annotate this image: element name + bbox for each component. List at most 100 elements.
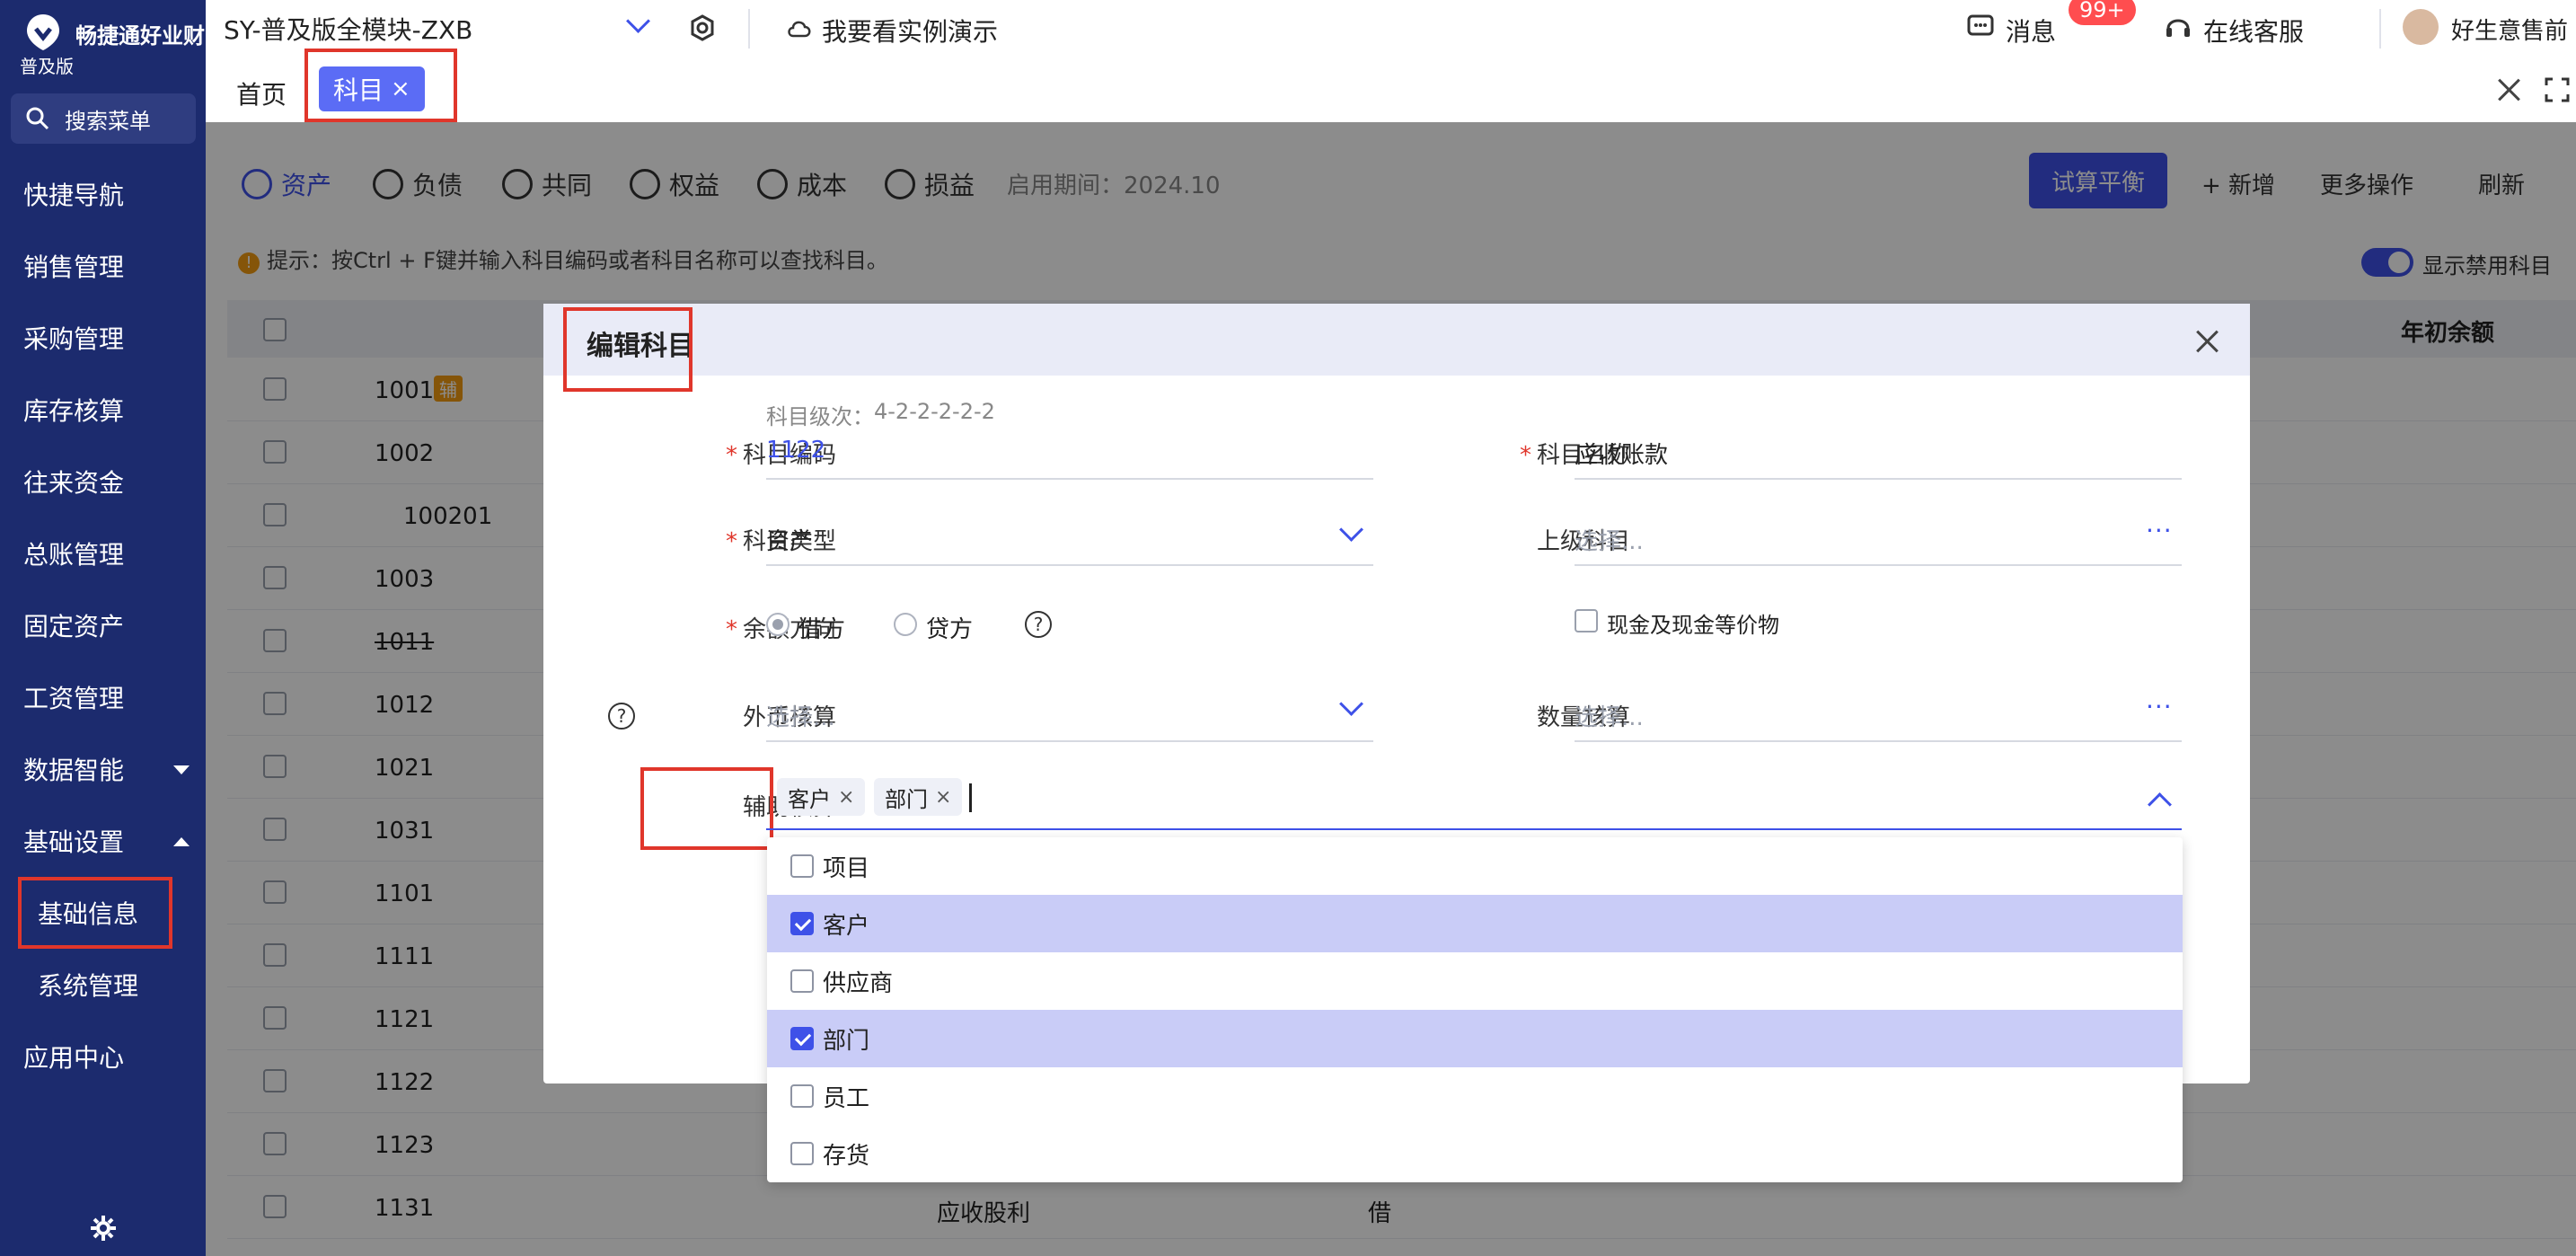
- user-name[interactable]: 好生意售前: [2451, 13, 2568, 46]
- highlight-box: [18, 877, 172, 949]
- nav-inventory[interactable]: 库存核算: [0, 383, 206, 437]
- chevron-down-icon[interactable]: [626, 9, 650, 33]
- chevron-up-icon: [173, 837, 190, 846]
- message-icon[interactable]: [1966, 13, 1995, 41]
- nav-label: 系统管理: [38, 971, 139, 1001]
- fx-select[interactable]: 选择...: [766, 699, 835, 732]
- tab-home[interactable]: 首页: [236, 75, 287, 111]
- nav-basic-settings[interactable]: 基础设置: [0, 814, 206, 868]
- option-label: 项目: [823, 854, 870, 882]
- type-select[interactable]: 资产: [766, 523, 813, 556]
- nav-purchase[interactable]: 采购管理: [0, 311, 206, 365]
- underline: [766, 828, 2182, 830]
- account-selector[interactable]: SY-普及版全模块-ZXB: [224, 11, 472, 47]
- close-icon[interactable]: ×: [935, 786, 951, 809]
- underline: [766, 564, 1373, 566]
- nav-app-center[interactable]: 应用中心: [0, 1030, 206, 1084]
- qty-select[interactable]: 选择...: [1575, 699, 1644, 732]
- chevron-down-icon[interactable]: [1339, 517, 1363, 542]
- option-supplier[interactable]: 供应商: [767, 952, 2183, 1010]
- cash-equivalent-label: 现金及现金等价物: [1607, 613, 1779, 638]
- aux-tag-customer[interactable]: 客户 ×: [777, 778, 866, 816]
- level-label: 科目级次：: [766, 404, 874, 429]
- chevron-down-icon[interactable]: [1339, 692, 1363, 716]
- nav-label: 基础设置: [23, 827, 125, 857]
- highlight-box: [304, 49, 457, 122]
- credit-radio[interactable]: [894, 613, 917, 636]
- settings-icon[interactable]: [689, 14, 716, 41]
- cash-equivalent-checkbox[interactable]: [1575, 609, 1598, 632]
- fullscreen-icon[interactable]: [2545, 77, 2570, 102]
- top-bar: SY-普及版全模块-ZXB 我要看实例演示 消息 99+ 在线客服 好生意售前: [206, 0, 2576, 58]
- nav-system-management[interactable]: 系统管理: [0, 958, 206, 1012]
- demo-link[interactable]: 我要看实例演示: [822, 13, 998, 49]
- message-count-badge: 99+: [2069, 0, 2136, 25]
- option-label: 存货: [823, 1142, 870, 1170]
- option-inventory[interactable]: 存货: [767, 1125, 2183, 1182]
- option-checkbox[interactable]: [790, 1084, 814, 1108]
- underline: [1575, 740, 2182, 742]
- more-icon[interactable]: ···: [2146, 692, 2173, 721]
- highlight-box: [563, 307, 693, 392]
- nav-label: 采购管理: [23, 324, 125, 354]
- nav-data-intelligence[interactable]: 数据智能: [0, 742, 206, 796]
- option-employee[interactable]: 员工: [767, 1067, 2183, 1125]
- option-checkbox[interactable]: [790, 912, 814, 935]
- close-icon[interactable]: [2496, 77, 2521, 102]
- avatar[interactable]: [2403, 9, 2439, 45]
- nav-label: 销售管理: [23, 252, 125, 282]
- cloud-icon: [788, 21, 811, 38]
- code-input[interactable]: 1122: [766, 437, 825, 464]
- nav-fixed-assets[interactable]: 固定资产: [0, 598, 206, 652]
- option-customer[interactable]: 客户: [767, 895, 2183, 952]
- option-label: 供应商: [823, 969, 894, 997]
- divider: [2379, 9, 2381, 49]
- chevron-down-icon: [173, 765, 190, 774]
- underline: [766, 478, 1373, 480]
- debit-label: 借方: [798, 616, 846, 643]
- tag-label: 部门: [885, 786, 928, 812]
- tab-bar: 首页 科目 ×: [206, 49, 2576, 123]
- brand-name: 畅捷通好业财: [75, 23, 205, 49]
- nav-sales[interactable]: 销售管理: [0, 239, 206, 293]
- help-icon[interactable]: ?: [1025, 611, 1052, 638]
- option-checkbox[interactable]: [790, 1142, 814, 1165]
- chevron-up-icon[interactable]: [2148, 792, 2172, 817]
- search-icon: [26, 107, 49, 130]
- nav-funds[interactable]: 往来资金: [0, 455, 206, 509]
- gear-icon[interactable]: [90, 1215, 117, 1242]
- credit-label: 贷方: [926, 616, 974, 643]
- option-checkbox[interactable]: [790, 1027, 814, 1050]
- underline: [766, 740, 1373, 742]
- nav-label: 快捷导航: [23, 181, 125, 210]
- nav-label: 应用中心: [23, 1043, 125, 1073]
- tag-label: 客户: [788, 786, 831, 812]
- headset-icon[interactable]: [2164, 13, 2192, 41]
- nav-label: 总账管理: [23, 540, 125, 570]
- text-cursor: [969, 783, 972, 812]
- online-service-link[interactable]: 在线客服: [2203, 13, 2304, 49]
- option-label: 客户: [823, 912, 870, 940]
- help-icon[interactable]: ?: [608, 703, 635, 730]
- parent-select[interactable]: 选择...: [1575, 523, 1644, 556]
- option-project[interactable]: 项目: [767, 837, 2183, 895]
- option-department[interactable]: 部门: [767, 1010, 2183, 1067]
- close-icon[interactable]: ×: [838, 786, 854, 809]
- more-icon[interactable]: ···: [2146, 516, 2173, 545]
- aux-tag-department[interactable]: 部门 ×: [874, 778, 963, 816]
- menu-search[interactable]: 搜索菜单: [11, 93, 196, 144]
- option-checkbox[interactable]: [790, 854, 814, 878]
- nav-label: 往来资金: [23, 468, 125, 498]
- option-checkbox[interactable]: [790, 969, 814, 993]
- name-input[interactable]: 应收账款: [1575, 437, 1668, 470]
- messages-link[interactable]: 消息: [2006, 13, 2056, 49]
- close-icon[interactable]: [2194, 329, 2219, 354]
- nav-label: 工资管理: [23, 684, 125, 713]
- divider: [748, 9, 750, 49]
- dialog-header: [543, 304, 2250, 376]
- nav-general-ledger[interactable]: 总账管理: [0, 526, 206, 580]
- nav-payroll[interactable]: 工资管理: [0, 670, 206, 724]
- edition-label: 普及版: [20, 56, 74, 77]
- debit-radio[interactable]: [766, 613, 790, 636]
- nav-quick-navigation[interactable]: 快捷导航: [0, 167, 206, 221]
